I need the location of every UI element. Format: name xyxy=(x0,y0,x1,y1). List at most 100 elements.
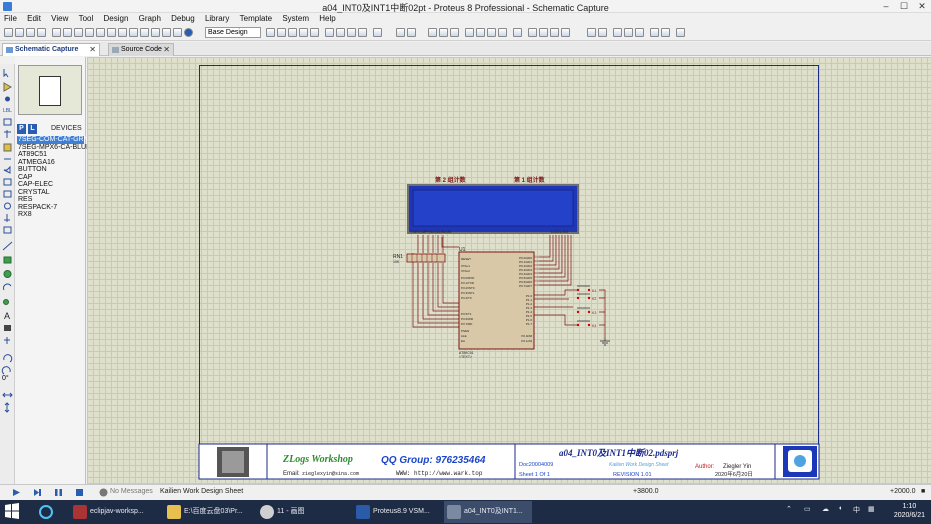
component-icon[interactable] xyxy=(173,28,182,37)
resistor-pack-rn1[interactable]: RN1 10K xyxy=(393,253,446,264)
rotation-value[interactable]: 0° xyxy=(2,375,9,382)
device-item[interactable]: CAP xyxy=(17,174,84,182)
volume-icon[interactable]: ◖ xyxy=(838,505,842,512)
device-item[interactable]: AT89C51 xyxy=(17,151,84,159)
device-item[interactable]: RES xyxy=(17,196,84,204)
close-tab-icon[interactable]: ✕ xyxy=(89,44,96,56)
overview-window[interactable] xyxy=(18,65,82,115)
new-sheet-icon[interactable] xyxy=(613,28,622,37)
windows-start-icon[interactable] xyxy=(4,503,20,519)
design-explorer-icon[interactable] xyxy=(129,28,138,37)
pick-devices-button[interactable]: P xyxy=(17,124,26,134)
network-icon[interactable]: ▭ xyxy=(804,505,811,513)
device-item[interactable]: 7SEG-MPX6-CA-BLUE xyxy=(17,144,91,152)
taskbar-item-paint[interactable]: 11 - 画图 xyxy=(257,501,345,523)
device-item[interactable]: CAP-ELEC xyxy=(17,181,84,189)
menu-design[interactable]: Design xyxy=(100,13,133,25)
device-item[interactable]: 7SEG-COM-CAT-GRN xyxy=(17,136,89,144)
device-item[interactable]: RX8 xyxy=(17,211,84,219)
zoom-out-icon[interactable] xyxy=(336,28,345,37)
play-icon[interactable] xyxy=(12,488,21,497)
mcu-u1[interactable]: U1 AT89C51 <TEXT> RESET XTAL1 XTAL2 P3.0… xyxy=(458,247,539,359)
cut-icon[interactable] xyxy=(428,28,437,37)
block-move-icon[interactable] xyxy=(476,28,485,37)
zoom-area-icon[interactable] xyxy=(358,28,367,37)
report-icon[interactable] xyxy=(676,28,685,37)
taskbar-item-word[interactable]: Proteus8.9 VSM... xyxy=(353,501,437,523)
gerber-icon[interactable] xyxy=(85,28,94,37)
remove-sheet-icon[interactable] xyxy=(624,28,633,37)
cloud-sync-icon[interactable]: ☁ xyxy=(822,505,829,513)
device-item[interactable]: CRYSTAL xyxy=(17,189,84,197)
refresh-icon[interactable] xyxy=(266,28,275,37)
push-buttons[interactable]: K1 K2 K3 K4 xyxy=(576,285,597,328)
open-file-icon[interactable] xyxy=(15,28,24,37)
input-method-icon[interactable]: ▦ xyxy=(868,505,875,513)
notes-icon[interactable] xyxy=(140,28,149,37)
netlist-icon[interactable] xyxy=(598,28,607,37)
bill-of-materials-icon[interactable] xyxy=(650,28,659,37)
export-icon[interactable] xyxy=(661,28,670,37)
paste-icon[interactable] xyxy=(450,28,459,37)
zoom-in-icon[interactable] xyxy=(325,28,334,37)
design-select[interactable]: Base Design xyxy=(205,27,261,38)
block-delete-icon[interactable] xyxy=(498,28,507,37)
new-file-icon[interactable] xyxy=(4,28,13,37)
menu-tool[interactable]: Tool xyxy=(75,13,98,25)
close-tab-icon[interactable]: ✕ xyxy=(163,44,170,56)
save-icon[interactable] xyxy=(26,28,35,37)
block-rotate-icon[interactable] xyxy=(487,28,496,37)
menu-system[interactable]: System xyxy=(278,13,313,25)
system-clock[interactable]: 1:10 2020/6/21 xyxy=(894,502,925,520)
messages-status[interactable]: No Messages xyxy=(110,488,153,495)
maximize-button[interactable]: ☐ xyxy=(895,0,913,13)
menu-help[interactable]: Help xyxy=(315,13,339,25)
menu-library[interactable]: Library xyxy=(201,13,233,25)
snap-icon[interactable] xyxy=(299,28,308,37)
pan-icon[interactable] xyxy=(310,28,319,37)
tray-arrow-icon[interactable]: ⌃ xyxy=(786,505,792,513)
seven-segment-display[interactable]: 第 2 组计数 第 1 组计数 7SEG-MPX6-CA-BLUE LCD1-S… xyxy=(407,176,579,234)
menu-template[interactable]: Template xyxy=(236,13,276,25)
cortana-icon[interactable] xyxy=(38,504,54,520)
cloud-icon[interactable] xyxy=(151,28,160,37)
home-icon[interactable] xyxy=(52,28,61,37)
menu-edit[interactable]: Edit xyxy=(23,13,45,25)
taskbar-item-explorer[interactable]: E:\百度云盘03\Pr... xyxy=(164,501,248,523)
undo-icon[interactable] xyxy=(396,28,405,37)
minimize-button[interactable]: – xyxy=(877,0,895,13)
source-code-icon[interactable] xyxy=(118,28,127,37)
block-copy-icon[interactable] xyxy=(465,28,474,37)
menu-view[interactable]: View xyxy=(47,13,72,25)
taskbar-item-proteus[interactable]: a04_INT0及INT1... xyxy=(444,501,532,523)
device-item[interactable]: RESPACK-7 xyxy=(17,204,84,212)
3d-icon[interactable] xyxy=(107,28,116,37)
library-manager-button[interactable]: L xyxy=(28,124,37,134)
pcb-icon[interactable] xyxy=(74,28,83,37)
menu-debug[interactable]: Debug xyxy=(167,13,199,25)
pause-icon[interactable] xyxy=(54,488,63,497)
schematic-canvas[interactable]: 第 2 组计数 第 1 组计数 7SEG-MPX6-CA-BLUE LCD1-S… xyxy=(87,57,931,484)
tab-schematic-capture[interactable]: Schematic Capture ✕ xyxy=(2,43,100,56)
property-assign-icon[interactable] xyxy=(550,28,559,37)
grid-icon[interactable] xyxy=(277,28,286,37)
menu-graph[interactable]: Graph xyxy=(135,13,165,25)
copy-icon[interactable] xyxy=(439,28,448,37)
origin-icon[interactable] xyxy=(288,28,297,37)
tools-icon[interactable] xyxy=(561,28,570,37)
zoom-fit-icon[interactable] xyxy=(373,28,382,37)
schematic-icon[interactable] xyxy=(63,28,72,37)
ime-indicator[interactable]: 中 xyxy=(853,505,860,515)
device-item[interactable]: ATMEGA16 xyxy=(17,159,84,167)
library-icon[interactable] xyxy=(162,28,171,37)
wire-autoroute-icon[interactable] xyxy=(539,28,548,37)
electrical-check-icon[interactable] xyxy=(587,28,596,37)
zoom-all-icon[interactable] xyxy=(347,28,356,37)
help-icon[interactable] xyxy=(184,28,193,37)
menu-file[interactable]: File xyxy=(0,13,21,25)
step-icon[interactable] xyxy=(33,488,42,497)
tab-source-code[interactable]: Source Code ✕ xyxy=(108,43,174,56)
exit-parent-icon[interactable] xyxy=(635,28,644,37)
stop-icon[interactable] xyxy=(75,488,84,497)
taskbar-item-eclipse[interactable]: eclipjav-worksp... xyxy=(70,501,156,523)
